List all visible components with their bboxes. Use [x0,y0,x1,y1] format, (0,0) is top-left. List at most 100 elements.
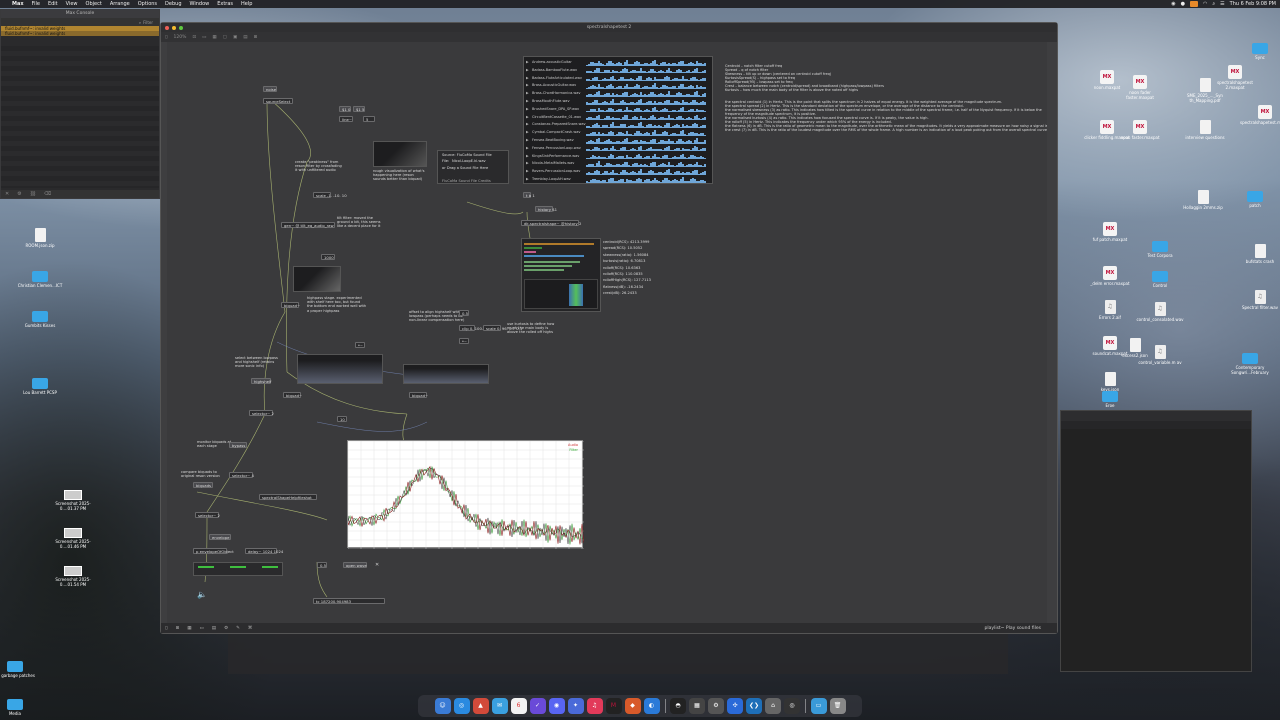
menu-options[interactable]: Options [138,1,157,7]
messages-icon[interactable]: ✦ [567,698,584,714]
line-object[interactable]: line~ [339,116,353,122]
app-icon[interactable]: ✣ [727,698,743,714]
desktop-icon[interactable]: Control [1135,268,1185,289]
desktop-icon[interactable]: Contemporary Songwri...February [1225,350,1275,375]
playlist-item[interactable]: ▶ KingsSinkPerformance.wav [524,153,714,160]
playlist-item[interactable]: ▶ Tremblay-LoopAH.wav [524,176,714,183]
wrench-icon[interactable]: ✎ [236,626,240,631]
desktop-icon[interactable]: Media [0,696,40,717]
playlist-item[interactable]: ▶ BrushedSnare_DPA_SP.wav [524,106,714,113]
multislider-panel[interactable] [521,238,601,312]
background-window[interactable] [1060,410,1252,672]
number-box[interactable]: 0.5 [459,310,469,316]
message-box[interactable]: $1 0 [339,106,351,112]
menu-file[interactable]: File [32,1,40,7]
menu-app-name[interactable]: Max [12,1,24,7]
message-box[interactable]: $1 5 [353,106,365,112]
menu-debug[interactable]: Debug [165,1,181,7]
new-object-icon[interactable]: ▢ [223,35,227,40]
desktop-icon[interactable]: interview questions [1180,120,1230,141]
desktop-icon[interactable]: ♫ control_variable.m av [1135,345,1185,366]
control-center-icon[interactable]: ☰ [1220,1,1224,7]
scale-object[interactable]: scale 0. 96. 0.7 0.1 [483,325,522,331]
envelope-message[interactable]: envelope [209,534,231,540]
play-icon[interactable]: ▶ [526,107,529,111]
grid-icon[interactable]: ▦ [212,35,216,40]
number-box[interactable]: 0.5 [317,562,327,568]
calendar-icon[interactable]: 6 [510,698,527,714]
desktop-icon[interactable]: Screenshot 2025-0....01.46 PM [48,528,98,549]
presentation-icon[interactable]: ▭ [202,35,206,40]
selector-object[interactable]: selector~ 4 [229,472,254,478]
new-message-icon[interactable]: ▣ [233,35,237,40]
sidebar-toggle-icon[interactable]: ▯ [165,35,167,40]
zoom-level[interactable]: 120% [173,35,186,40]
number-box[interactable]: 5 [363,116,375,122]
menu-help[interactable]: Help [241,1,252,7]
debug-icon[interactable]: ⌘ [248,626,253,631]
comment-icon[interactable]: ▤ [243,35,247,40]
number-box[interactable]: 1000 [321,254,335,260]
desktop-icon[interactable]: MX noon fader faster.maxpat [1115,75,1165,100]
desktop-icon[interactable]: Screenshot 2025-0....01.54 PM [48,566,98,587]
selector-object[interactable]: selector~ 2 [249,410,274,416]
finder-icon[interactable]: ☺ [434,698,451,714]
settings-icon[interactable]: ⚙ [224,626,228,631]
desktop-icon[interactable]: MXspectralshapetest.maxpat [1240,105,1280,126]
settings-icon[interactable]: ⚙ [17,191,21,197]
playlist-item[interactable]: ▶ Andrew-acousticGuitar [524,59,714,66]
history-message[interactable]: history $1 [535,206,557,212]
multiply-object[interactable]: *~ [459,338,469,344]
sound-file-chooser[interactable]: Source: FluCoMa Sound File File: Nicol-L… [437,150,509,184]
playlist-item[interactable]: ▶ Brass-ChordHarmonica.wav [524,90,714,97]
playlist-item[interactable]: ▶ Cymbal-CompactCrash.wav [524,129,714,136]
menu-edit[interactable]: Edit [48,1,58,7]
playlist-item[interactable]: ▶ BrassMouthFlute.wav [524,98,714,105]
desktop-icon[interactable]: Lou Barrett PCSP [15,375,65,396]
play-icon[interactable]: ▶ [526,169,529,173]
discord-icon[interactable]: ◉ [548,698,565,714]
desktop-icon[interactable]: ♫ Spectral filter.wav [1235,290,1280,311]
background-window[interactable] [228,634,1008,674]
desktop-icon[interactable]: Gumbits Kisses [15,308,65,329]
menu-clock[interactable]: Thu 6 Feb 9:08 PM [1230,1,1276,7]
playlist-item[interactable]: ▶ Badass-BambooFlute.wav [524,67,714,74]
desktop-icon[interactable]: Christian Clemen...ICT [15,268,65,289]
app-icon[interactable]: ✓ [529,698,546,714]
source-select-object[interactable]: sourceSelect [263,98,293,104]
play-icon[interactable]: ▶ [526,83,529,87]
menu-view[interactable]: View [66,1,78,7]
play-icon[interactable]: ▶ [526,60,529,64]
safari-icon[interactable]: ◎ [453,698,470,714]
play-icon[interactable]: ▶ [526,154,529,158]
play-icon[interactable]: ▶ [526,177,529,181]
downloads-icon[interactable]: ▭ [810,698,827,714]
desktop-icon[interactable]: ROOM.json.zip [15,228,65,249]
menu-window[interactable]: Window [190,1,210,7]
grid-icon[interactable]: ▦ [187,626,191,631]
desktop-icon[interactable]: MX _delm error.maxpat [1085,266,1135,287]
lock-icon[interactable]: ⊡ [192,35,196,40]
app-icon[interactable]: ⚙ [708,698,724,714]
desktop-icon[interactable]: ♫ Errors 2.aif [1085,300,1135,321]
desktop-icon[interactable]: Test Corpora [1135,238,1185,259]
app-icon[interactable]: ⌂ [765,698,781,714]
console-filter-input[interactable]: Filter [143,20,153,25]
playlist-item[interactable]: ▶ Nicola-MetalMallets.wav [524,160,714,167]
max-icon[interactable]: M [605,698,622,714]
patcher-canvas[interactable]: noise sourceSelect $1 0 $1 5 line~ 5 cre… [167,42,1047,623]
app-icon[interactable]: ◎ [784,698,800,714]
spectralshape-object[interactable]: dk.spectralshape~ @history 2 [521,220,581,226]
wifi-icon[interactable]: ◠ [1203,1,1207,7]
play-icon[interactable]: ▶ [526,130,529,134]
biquad-object[interactable]: biquad~ [283,392,302,398]
mail-icon[interactable]: ✉ [491,698,508,714]
playlist-item[interactable]: ▶ Constanzo-PreparedSnare.wav [524,121,714,128]
console-row[interactable]: fluid.bufnmf~: invalid weights [1,31,159,36]
desktop-icon[interactable]: Hollaggin 2mms.zip [1178,190,1228,211]
desktop-icon[interactable]: dk garbage patches [0,658,40,679]
open-wave-message[interactable]: open wave [343,562,367,568]
desktop-icon[interactable]: SME_2025_..._Syn th_Mapping.pdf [1180,78,1230,103]
playlist-item[interactable]: ▶ CircuitBentCassette_01.wav [524,114,714,121]
app-icon[interactable]: ▦ [689,698,705,714]
